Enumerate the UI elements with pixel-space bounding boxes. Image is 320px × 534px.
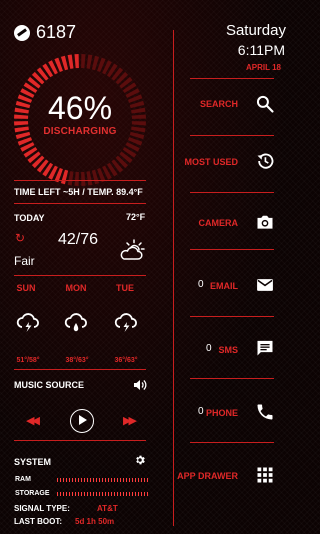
divider	[14, 275, 146, 276]
divider	[14, 440, 146, 441]
gauge-segment	[86, 54, 93, 69]
most-used-button[interactable]: MOST USED	[184, 157, 238, 167]
battery-time-temp: TIME LEFT ~5H / TEMP. 89.4°F	[14, 187, 143, 197]
score-display: 6187	[14, 22, 76, 43]
weather-hi-lo: 42/76	[58, 231, 99, 248]
partly-cloudy-icon	[120, 239, 145, 260]
sms-count: 0	[206, 343, 212, 354]
grid-icon[interactable]	[255, 465, 275, 485]
speaker-icon[interactable]	[133, 378, 147, 392]
gauge-segment	[67, 54, 74, 69]
forecast-day-tue: TUE	[116, 283, 134, 293]
weather-today-label: TODAY	[14, 213, 45, 223]
forecast-range-mon: 38°/63°	[65, 357, 89, 364]
clock-time[interactable]: 6:11PM	[238, 42, 285, 58]
system-label: SYSTEM	[14, 457, 52, 467]
camera-icon[interactable]	[255, 212, 275, 232]
gauge-segment	[60, 169, 69, 185]
previous-track-button[interactable]: ◀◀	[26, 414, 40, 427]
forecast-day-sun: SUN	[16, 283, 36, 293]
weather-current-temp: 72°F	[126, 212, 146, 222]
mail-icon[interactable]	[255, 275, 275, 295]
search-icon[interactable]	[255, 94, 275, 114]
last-boot-value: 5d 1h 50m	[75, 517, 115, 526]
email-button[interactable]: EMAIL	[210, 281, 238, 291]
history-icon[interactable]	[255, 151, 275, 171]
score-value: 6187	[36, 22, 77, 42]
divider	[190, 135, 274, 136]
gauge-segment	[81, 54, 86, 69]
forecast-day-mon: MON	[65, 283, 87, 293]
play-button[interactable]	[70, 409, 94, 433]
search-button[interactable]: SEARCH	[200, 99, 238, 109]
phone-count: 0	[198, 406, 204, 417]
clock-day: Saturday	[225, 22, 286, 39]
divider	[14, 203, 146, 204]
forecast-range-sun: 51°/58°	[16, 357, 40, 364]
gauge-segment	[67, 171, 74, 186]
storage-label: STORAGE	[15, 490, 50, 497]
divider	[190, 442, 274, 443]
weather-condition: Fair	[14, 254, 35, 268]
last-boot-label: LAST BOOT:	[14, 517, 62, 526]
message-icon[interactable]	[255, 338, 275, 358]
gauge-segment	[81, 171, 86, 186]
divider	[190, 192, 274, 193]
rain-icon	[64, 313, 87, 332]
thunderstorm-icon	[114, 313, 137, 332]
divider	[190, 316, 274, 317]
clock-date: APRIL 18	[246, 63, 281, 72]
ram-bar	[57, 478, 149, 482]
phone-icon[interactable]	[255, 402, 275, 422]
gauge-segment	[74, 171, 79, 186]
music-source-label[interactable]: MUSIC SOURCE	[14, 380, 84, 390]
divider	[14, 180, 146, 181]
next-track-button[interactable]: ▶▶	[123, 414, 137, 427]
gauge-segment	[60, 55, 69, 71]
forecast-range-tue: 36°/63°	[114, 357, 138, 364]
gauge-segment	[91, 169, 100, 185]
battery-status: DISCHARGING	[43, 126, 117, 137]
score-logo-icon	[14, 24, 30, 41]
ram-label: RAM	[15, 476, 31, 483]
weather-refresh-icon[interactable]: ↻	[15, 231, 25, 245]
thunderstorm-icon	[16, 313, 39, 332]
gauge-segment	[86, 171, 93, 186]
signal-type-value: AT&T	[97, 504, 118, 513]
app-drawer-button[interactable]: APP DRAWER	[177, 471, 238, 481]
gauge-segment	[91, 55, 100, 71]
gear-icon[interactable]	[134, 454, 146, 466]
divider	[190, 249, 274, 250]
battery-percent: 46%	[47, 90, 113, 126]
panel-divider	[173, 30, 174, 526]
camera-button[interactable]: CAMERA	[199, 218, 239, 228]
divider	[190, 378, 274, 379]
storage-bar	[57, 492, 149, 496]
signal-type-label: SIGNAL TYPE:	[14, 504, 70, 513]
divider	[190, 78, 274, 79]
gauge-segment	[74, 54, 79, 69]
divider	[14, 369, 146, 370]
phone-button[interactable]: PHONE	[206, 408, 238, 418]
sms-button[interactable]: SMS	[218, 345, 238, 355]
email-count: 0	[198, 279, 204, 290]
